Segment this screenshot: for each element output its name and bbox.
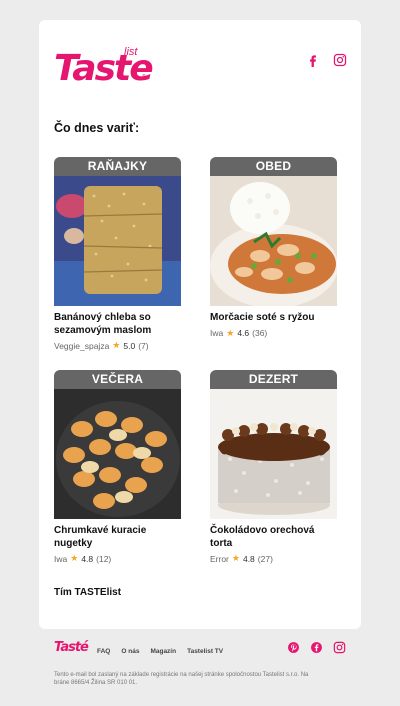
footer-link-faq[interactable]: FAQ: [97, 648, 110, 655]
recipe-image[interactable]: [210, 176, 337, 306]
rating-count: (27): [257, 553, 273, 564]
recipe-title[interactable]: Čokoládovo orechová torta: [210, 525, 337, 550]
recipe-rating: 5.0: [123, 340, 136, 351]
recipe-rating: 4.6: [237, 328, 250, 338]
social-links-footer: [287, 641, 346, 654]
recipe-card-dessert[interactable]: DEZERT Čokoládovo orechová torta Error ★…: [210, 370, 337, 564]
instagram-icon[interactable]: [333, 53, 347, 67]
social-links-header: [306, 53, 347, 67]
tastelist-logo[interactable]: Taste list ®: [54, 46, 154, 89]
recipe-image[interactable]: [54, 389, 181, 519]
recipe-title[interactable]: Banánový chleba so sezamovým maslom: [54, 312, 181, 337]
recipe-rating: 4.8: [242, 553, 255, 564]
footer-link-tv[interactable]: Tastelist TV: [187, 648, 223, 655]
legal-text: Tento e-mail bol zaslaný na základe regi…: [54, 672, 309, 686]
footer-logo[interactable]: Tasté: [54, 640, 89, 655]
recipe-card-breakfast[interactable]: RAŇAJKY Banánový chleba so sezamovým mas…: [54, 157, 181, 351]
recipe-card-dinner[interactable]: VEČERA Chrumkavé kuracie nugetky Iwa ★ 4…: [54, 370, 181, 564]
recipe-image[interactable]: [54, 176, 181, 306]
recipe-author: Error: [210, 553, 229, 564]
facebook-icon[interactable]: [306, 53, 320, 67]
recipe-rating: 4.8: [81, 553, 94, 564]
category-label: OBED: [210, 157, 337, 176]
category-label: DEZERT: [210, 370, 337, 389]
rating-count: (36): [252, 328, 268, 338]
rating-count: (7): [138, 340, 149, 351]
star-icon: ★: [112, 340, 121, 350]
recipe-meta: Iwa ★ 4.8 (12): [54, 553, 181, 564]
footer-nav: FAQ O nás Magazín Tastelist TV: [97, 648, 223, 655]
rating-count: (12): [96, 553, 112, 564]
star-icon: ★: [231, 553, 240, 563]
recipe-author: Iwa: [54, 553, 68, 564]
recipe-author: Iwa: [210, 328, 224, 338]
pinterest-icon[interactable]: [287, 641, 300, 654]
recipe-meta: Veggie_spajza ★ 5.0 (7): [54, 340, 181, 351]
category-label: RAŇAJKY: [54, 157, 181, 176]
email-card: Taste list ® Čo dnes variť: RAŇAJKY Baná…: [39, 20, 361, 629]
section-heading: Čo dnes variť:: [54, 121, 140, 135]
category-label: VEČERA: [54, 370, 181, 389]
recipe-title[interactable]: Morčacie soté s ryžou: [210, 312, 337, 325]
footer-link-about[interactable]: O nás: [121, 648, 139, 655]
recipe-meta: Error ★ 4.8 (27): [210, 553, 337, 564]
star-icon: ★: [70, 553, 79, 563]
recipe-author: Veggie_spajza: [54, 340, 110, 351]
footer-link-magazine[interactable]: Magazín: [150, 648, 176, 655]
recipe-image[interactable]: [210, 389, 337, 519]
recipe-title[interactable]: Chrumkavé kuracie nugetky: [54, 525, 181, 550]
star-icon: ★: [226, 327, 235, 338]
signoff: Tím TASTElist: [54, 587, 122, 598]
instagram-icon[interactable]: [333, 641, 346, 654]
recipe-meta: Iwa ★ 4.6 (36): [210, 328, 337, 339]
facebook-icon[interactable]: [310, 641, 323, 654]
recipe-card-lunch[interactable]: OBED Morčacie soté s ryžou Iwa ★ 4.6 (36…: [210, 157, 337, 339]
